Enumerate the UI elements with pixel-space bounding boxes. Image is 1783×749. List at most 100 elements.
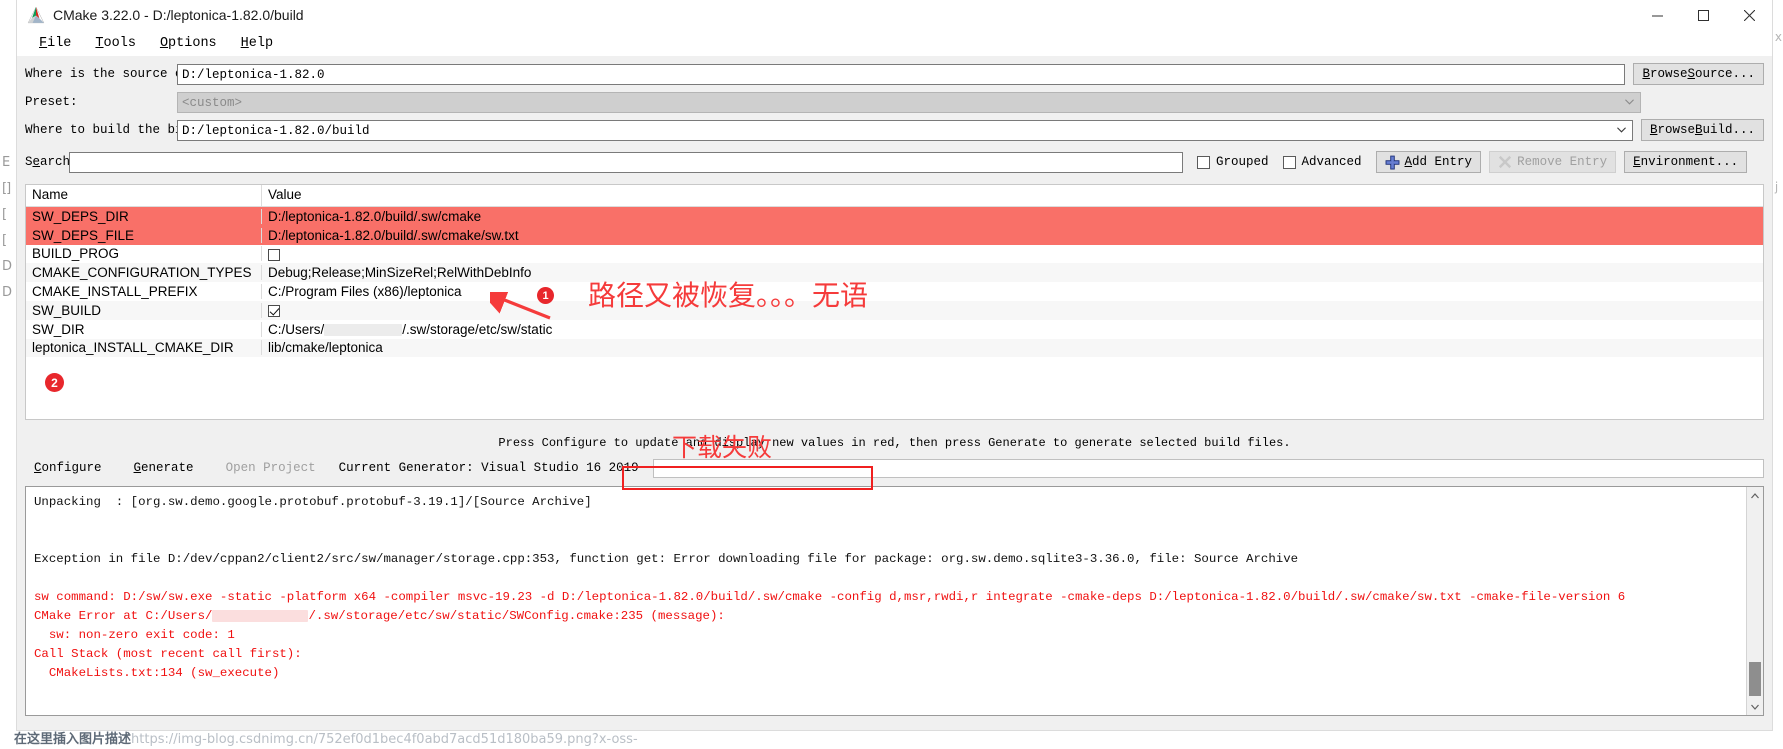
- redacted-username: [212, 609, 309, 622]
- log-line: CMakeLists.txt:134 (sw_execute): [34, 666, 280, 680]
- cache-entry-checkbox[interactable]: [268, 248, 280, 261]
- chevron-up-icon: [1751, 492, 1759, 498]
- search-label: Search:: [25, 155, 78, 169]
- cmake-error-prefix: CMake Error at C:/Users/: [34, 609, 213, 623]
- cache-entry-name: SW_BUILD: [26, 302, 262, 318]
- cache-entry-name: CMAKE_CONFIGURATION_TYPES: [26, 265, 262, 281]
- cache-entry-value[interactable]: [262, 303, 1763, 318]
- minimize-button[interactable]: [1634, 0, 1680, 30]
- menu-item-file[interactable]: File: [27, 34, 83, 53]
- cache-entry-name: leptonica_INSTALL_CMAKE_DIR: [26, 340, 262, 356]
- close-button[interactable]: [1726, 0, 1772, 30]
- environment-button[interactable]: Environment...: [1624, 151, 1748, 173]
- binaries-input[interactable]: D:/leptonica-1.82.0/build: [177, 119, 1633, 141]
- minimize-icon: [1651, 15, 1663, 16]
- table-row[interactable]: leptonica_INSTALL_CMAKE_DIR lib/cmake/le…: [26, 338, 1763, 358]
- preset-label: Preset:: [25, 95, 78, 109]
- menu-bar: File Tools Options Help: [17, 30, 1772, 56]
- title-bar: CMake 3.22.0 - D:/leptonica-1.82.0/build: [17, 0, 1772, 30]
- log-line: Call Stack (most recent call first):: [34, 647, 302, 661]
- maximize-button[interactable]: [1680, 0, 1726, 30]
- log-line: sw command: D:/sw/sw.exe -static -platfo…: [34, 590, 1626, 604]
- output-log[interactable]: Unpacking : [org.sw.demo.google.protobuf…: [25, 486, 1764, 716]
- add-entry-button[interactable]: Add Entry: [1375, 151, 1482, 173]
- preset-row: Preset: <custom>: [25, 90, 1764, 114]
- window-title: CMake 3.22.0 - D:/leptonica-1.82.0/build: [53, 7, 304, 23]
- remove-entry-button[interactable]: Remove Entry: [1489, 151, 1617, 173]
- column-header-value[interactable]: Value: [262, 185, 1763, 206]
- grouped-checkbox[interactable]: Grouped: [1197, 155, 1269, 169]
- source-input[interactable]: D:/leptonica-1.82.0: [177, 63, 1626, 85]
- menu-item-help[interactable]: Help: [229, 34, 285, 53]
- table-row[interactable]: SW_DIR C:/Users/ /.sw/storage/etc/sw/stat…: [26, 320, 1763, 339]
- cache-entry-name: SW_DEPS_DIR: [26, 208, 262, 224]
- add-entry-label: Add Entry: [1404, 155, 1473, 169]
- cache-entry-value-suffix: /.sw/storage/etc/sw/static: [402, 321, 553, 337]
- page-right-fragments: x j: [1774, 30, 1782, 194]
- cache-entry-name: BUILD_PROG: [26, 246, 262, 262]
- page-left-edge: [0, 0, 16, 749]
- log-line: sw: non-zero exit code: 1: [34, 628, 235, 642]
- configure-hint: Press Configure to update and display ne…: [498, 436, 1291, 450]
- advanced-label: Advanced: [1301, 155, 1362, 169]
- log-blank: [34, 569, 1755, 588]
- watermark-url: https://img-blog.csdnimg.cn/752ef0d1bec4…: [131, 732, 638, 747]
- cache-entry-value[interactable]: C:/Program Files (x86)/leptonica: [262, 284, 1763, 299]
- progress-bar: [652, 458, 1764, 478]
- table-row[interactable]: BUILD_PROG: [26, 245, 1763, 264]
- table-row[interactable]: SW_DEPS_DIR D:/leptonica-1.82.0/build/.s…: [26, 207, 1763, 226]
- log-blank: [34, 683, 1755, 702]
- search-row: Search: Grouped Advanced Add Entry Remov…: [25, 150, 1764, 174]
- page-left-fragments: E[][[D D: [2, 155, 12, 300]
- log-exception-boxed: Error downloading file for package:: [673, 552, 934, 566]
- log-blank: [34, 702, 1755, 715]
- menu-item-tools[interactable]: Tools: [83, 34, 148, 53]
- screenshot-root: E[][[D D x j CMake 3.22.0 - D:/leptonica-…: [0, 0, 1783, 749]
- cache-entry-name: SW_DEPS_FILE: [26, 227, 262, 243]
- cache-entry-checkbox[interactable]: [268, 305, 280, 318]
- table-row[interactable]: CMAKE_CONFIGURATION_TYPES Debug;Release;…: [26, 263, 1763, 283]
- scroll-up-button[interactable]: [1747, 487, 1763, 504]
- window-controls: [1634, 0, 1772, 30]
- cache-entry-value[interactable]: [262, 246, 1763, 261]
- search-input[interactable]: [69, 151, 1183, 173]
- preset-value: <custom>: [182, 95, 243, 110]
- generate-button[interactable]: Generate: [125, 457, 203, 479]
- binaries-value: D:/leptonica-1.82.0/build: [182, 123, 370, 138]
- open-project-button[interactable]: Open Project: [217, 457, 325, 479]
- table-row[interactable]: CMAKE_INSTALL_PREFIX C:/Program Files (x…: [26, 282, 1763, 301]
- cmake-logo-icon: [27, 6, 45, 24]
- browse-build-button[interactable]: Browse Build...: [1640, 119, 1764, 141]
- menu-item-options[interactable]: Options: [148, 34, 229, 53]
- cache-entry-value[interactable]: D:/leptonica-1.82.0/build/.sw/cmake/sw.t…: [262, 228, 1763, 243]
- remove-entry-label: Remove Entry: [1517, 155, 1608, 169]
- cmake-error-suffix: /.sw/storage/etc/sw/static/SWConfig.cmak…: [308, 609, 725, 623]
- chevron-down-icon: [1625, 99, 1634, 105]
- redacted-username: [324, 324, 403, 337]
- scrollbar-thumb[interactable]: [1749, 662, 1761, 696]
- cache-entry-name: SW_DIR: [26, 321, 262, 337]
- table-row[interactable]: SW_BUILD: [26, 300, 1763, 320]
- browse-source-button[interactable]: Browse Source...: [1633, 63, 1764, 85]
- column-header-name[interactable]: Name: [26, 185, 262, 206]
- watermark-text: 在这里插入图片描述https://img-blog.csdnimg.cn/752…: [0, 731, 1783, 749]
- source-label: Where is the source code:: [25, 67, 213, 81]
- scroll-down-button[interactable]: [1747, 698, 1763, 715]
- configure-button[interactable]: Configure: [25, 457, 111, 479]
- log-blank: [34, 531, 1755, 550]
- cache-entry-value[interactable]: lib/cmake/leptonica: [262, 340, 1763, 355]
- current-generator-label: Current Generator: Visual Studio 16 2019: [338, 461, 639, 475]
- output-scrollbar[interactable]: [1746, 487, 1763, 715]
- advanced-checkbox-box: [1282, 155, 1296, 169]
- remove-x-icon: [1498, 155, 1512, 169]
- log-blank: [34, 512, 1755, 531]
- binaries-label: Where to build the binaries:: [25, 123, 236, 137]
- log-line: Unpacking : [org.sw.demo.google.protobuf…: [34, 495, 592, 509]
- cache-entry-value[interactable]: D:/leptonica-1.82.0/build/.sw/cmake: [262, 209, 1763, 224]
- table-row[interactable]: SW_DEPS_FILE D:/leptonica-1.82.0/build/.…: [26, 225, 1763, 245]
- cache-entry-value[interactable]: C:/Users/ /.sw/storage/etc/sw/static: [262, 322, 1763, 337]
- advanced-checkbox[interactable]: Advanced: [1282, 155, 1362, 169]
- preset-select[interactable]: <custom>: [177, 91, 1641, 113]
- cache-entry-value-prefix: C:/Users/: [268, 321, 325, 337]
- cache-entry-value[interactable]: Debug;Release;MinSizeRel;RelWithDebInfo: [262, 265, 1763, 280]
